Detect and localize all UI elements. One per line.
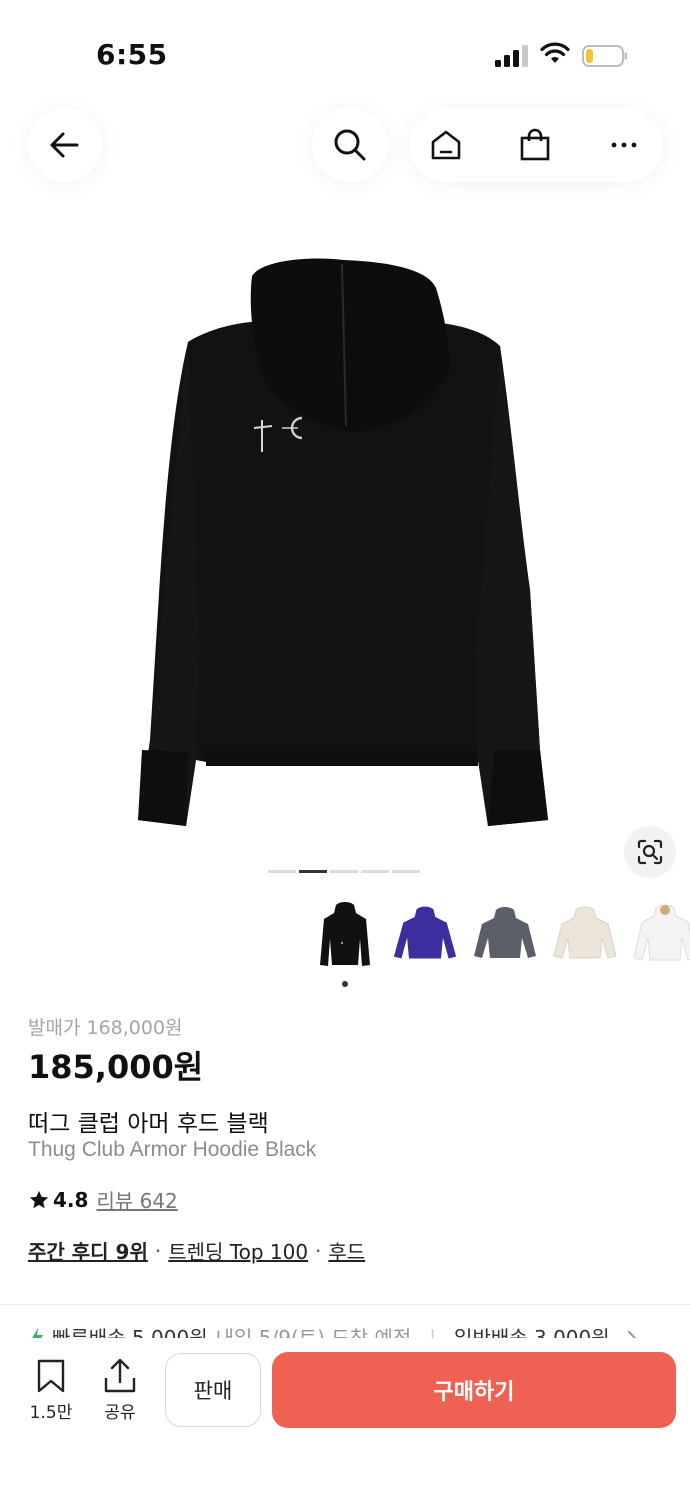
thumbnail-charcoal[interactable] bbox=[472, 898, 538, 970]
sell-button[interactable]: 판매 bbox=[165, 1353, 261, 1427]
search-button[interactable] bbox=[312, 108, 388, 182]
review-link[interactable]: 리뷰 642 bbox=[96, 1185, 177, 1214]
thumbnail-black[interactable] bbox=[312, 898, 378, 970]
hoodie-thumbnail bbox=[633, 904, 690, 961]
pager-dot bbox=[330, 870, 358, 873]
nav-action-group bbox=[409, 108, 663, 182]
cart-button[interactable] bbox=[515, 125, 555, 165]
home-button[interactable] bbox=[426, 125, 466, 165]
search-icon bbox=[334, 129, 366, 161]
product-image[interactable] bbox=[0, 230, 690, 870]
thumbnail-white[interactable] bbox=[632, 898, 690, 970]
tag-trending[interactable]: 트렌딩 Top 100 bbox=[168, 1236, 308, 1265]
wifi-icon bbox=[540, 42, 570, 63]
pager-dot bbox=[392, 870, 420, 873]
tag-separator: · bbox=[315, 1238, 322, 1263]
ranking-tags: 주간 후디 9위 · 트렌딩 Top 100 · 후드 bbox=[28, 1236, 365, 1265]
thumbnail-cream[interactable] bbox=[552, 898, 618, 970]
hoodie-thumbnail bbox=[393, 906, 457, 959]
release-price: 발매가 168,000원 bbox=[28, 1017, 183, 1039]
product-name-english: Thug Club Armor Hoodie Black bbox=[28, 1138, 317, 1161]
current-price: 185,000원 bbox=[28, 1048, 204, 1086]
buy-button[interactable]: 구매하기 bbox=[272, 1352, 676, 1428]
tag-separator: · bbox=[154, 1238, 162, 1263]
bookmark-icon bbox=[37, 1359, 65, 1393]
product-name-korean: 떠그 클럽 아머 후드 블랙 bbox=[28, 1111, 269, 1137]
arrow-left-icon bbox=[50, 132, 79, 158]
hoodie-back-image bbox=[138, 258, 548, 826]
battery-icon bbox=[582, 45, 627, 67]
share-button[interactable]: 공유 bbox=[90, 1358, 150, 1430]
tag-category[interactable]: 후드 bbox=[328, 1236, 365, 1265]
pager-dot bbox=[361, 870, 389, 873]
rating-value: 4.8 bbox=[53, 1187, 89, 1212]
bookmark-count: 1.5만 bbox=[29, 1403, 73, 1423]
hoodie-thumbnail bbox=[320, 902, 370, 966]
selected-thumbnail-indicator bbox=[342, 981, 348, 987]
more-button[interactable] bbox=[604, 125, 644, 165]
back-button[interactable] bbox=[28, 108, 102, 182]
status-bar: 6:55 bbox=[0, 0, 690, 110]
home-icon bbox=[431, 130, 461, 160]
image-search-button[interactable] bbox=[624, 826, 676, 878]
image-pager bbox=[268, 870, 420, 873]
thumbnail-purple[interactable] bbox=[392, 898, 458, 970]
hoodie-thumbnail bbox=[553, 906, 617, 959]
status-time: 6:55 bbox=[96, 38, 168, 71]
hoodie-thumbnail bbox=[474, 907, 536, 958]
pager-dot bbox=[268, 870, 296, 873]
share-icon bbox=[104, 1358, 136, 1393]
star-icon bbox=[29, 1190, 49, 1208]
more-horizontal-icon bbox=[611, 142, 637, 148]
bottom-action-bar: 1.5만 공유 판매 구매하기 bbox=[0, 1338, 690, 1500]
scan-lens-icon bbox=[637, 839, 663, 865]
rating-row: 4.8 리뷰 642 bbox=[28, 1185, 178, 1214]
section-divider bbox=[0, 1304, 690, 1305]
share-label: 공유 bbox=[104, 1403, 136, 1423]
cellular-signal-icon bbox=[495, 45, 528, 67]
shopping-bag-icon bbox=[520, 128, 550, 161]
pager-dot-active bbox=[299, 870, 327, 873]
tag-weekly-rank[interactable]: 주간 후디 9위 bbox=[28, 1236, 148, 1265]
color-thumbnails bbox=[312, 898, 690, 978]
bookmark-button[interactable]: 1.5만 bbox=[21, 1358, 81, 1430]
